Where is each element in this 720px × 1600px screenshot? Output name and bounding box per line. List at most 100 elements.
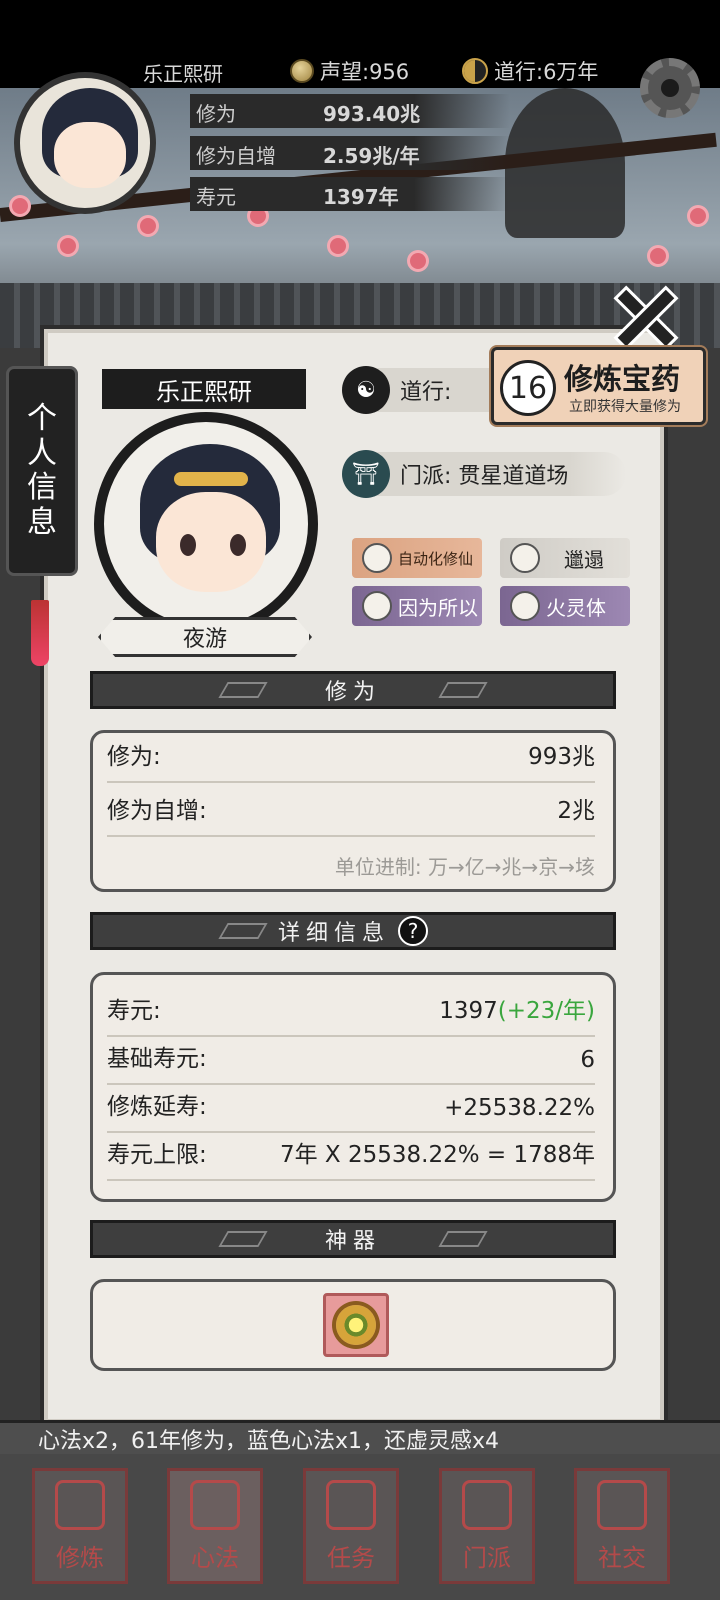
promo-cultivation-elixir[interactable]: 16 修炼宝药 立即获得大量修为 xyxy=(491,347,706,425)
pouch-icon xyxy=(510,543,540,573)
stat-label: 基础寿元: xyxy=(107,1046,207,1072)
trait-tag[interactable]: 邋遢 xyxy=(500,538,630,578)
section-header-artifact: 神器 xyxy=(90,1220,616,1258)
fame-label: 声望:956 xyxy=(320,60,410,84)
promo-title: 修炼宝药 xyxy=(564,362,681,396)
tab-char: 人 xyxy=(27,435,57,471)
bottom-nav: 修炼 心法 任务 门派 社交 xyxy=(0,1454,720,1600)
trait-label: 自动化修仙 xyxy=(398,549,474,568)
nav-label: 门派 xyxy=(463,1544,511,1572)
section-header-details: 详细信息 ? xyxy=(90,912,616,950)
diamond-ornament xyxy=(218,1231,268,1247)
trait-tag[interactable]: 自动化修仙 xyxy=(352,538,482,578)
social-icon xyxy=(597,1480,647,1530)
blossom-icon xyxy=(690,208,706,224)
cultivate-icon xyxy=(55,1480,105,1530)
tab-personal-info[interactable]: 个 人 信 息 xyxy=(6,366,78,576)
details-card: 寿元: 1397(+23/年) 基础寿元: 6 修炼延寿: +25538.22%… xyxy=(90,972,616,1202)
section-title: 神器 xyxy=(324,1229,381,1254)
header-stat-lifespan: 寿元 1397年 xyxy=(190,177,510,211)
scroll-icon xyxy=(190,1480,240,1530)
nav-quest[interactable]: 任务 xyxy=(303,1468,399,1584)
stat-label: 修为: xyxy=(107,744,161,770)
stat-value: 6 xyxy=(580,1047,595,1073)
stat-label: 修为自增: xyxy=(107,798,207,824)
portrait-face xyxy=(156,492,266,592)
nav-label: 任务 xyxy=(327,1544,375,1572)
blossom-icon xyxy=(12,198,28,214)
lifespan-value: 1397 xyxy=(439,998,498,1024)
stat-label: 修为自增 xyxy=(196,144,276,168)
stat-value: 1397(+23/年) xyxy=(439,991,595,1025)
nav-label: 修炼 xyxy=(56,1544,104,1572)
sun-artifact-icon xyxy=(336,1305,376,1345)
nav-technique[interactable]: 心法 xyxy=(167,1468,263,1584)
blossom-icon xyxy=(650,248,666,264)
nav-cultivate[interactable]: 修炼 xyxy=(32,1468,128,1584)
promo-subtitle: 立即获得大量修为 xyxy=(569,399,681,415)
stat-label: 修炼延寿: xyxy=(107,1094,207,1120)
stat-value: +25538.22% xyxy=(444,1095,595,1121)
stat-row: 寿元上限: 7年 X 25538.22% = 1788年 xyxy=(107,1135,595,1181)
portrait-eye xyxy=(230,534,246,556)
blossom-icon xyxy=(60,238,76,254)
dao-label: 道行:6万年 xyxy=(494,60,599,84)
unit-hint: 单位进制: 万→亿→兆→京→垓 xyxy=(334,855,595,879)
stat-label: 寿元 xyxy=(196,185,236,209)
section-title: 详细信息 xyxy=(277,921,390,946)
sect-icon xyxy=(462,1480,512,1530)
player-name: 乐正熙研 xyxy=(143,62,223,86)
stat-label: 寿元上限: xyxy=(107,1142,207,1168)
nav-social[interactable]: 社交 xyxy=(574,1468,670,1584)
header-avatar[interactable] xyxy=(14,72,156,214)
reward-ticker: 心法x2，61年修为，蓝色心法x1，还虚灵感x4 xyxy=(0,1420,720,1454)
fame-display: 声望:956 xyxy=(290,56,409,86)
promo-count-badge: 16 xyxy=(500,360,556,416)
trait-label: 因为所以 xyxy=(398,595,478,620)
stat-value: 2.59兆/年 xyxy=(323,144,420,168)
quest-scroll-icon xyxy=(326,1480,376,1530)
stat-label: 寿元: xyxy=(107,998,161,1024)
pouch-icon xyxy=(362,543,392,573)
pouch-icon xyxy=(510,591,540,621)
tab-char: 信 xyxy=(27,470,57,505)
stat-label: 修为 xyxy=(196,102,236,126)
stat-row: 寿元: 1397(+23/年) xyxy=(107,991,595,1037)
character-title: 夜游 xyxy=(98,617,312,657)
coin-icon xyxy=(290,59,314,83)
blossom-icon xyxy=(140,218,156,234)
help-icon[interactable]: ? xyxy=(398,916,428,946)
character-name: 乐正熙研 xyxy=(102,369,306,409)
character-portrait xyxy=(94,412,318,636)
yin-yang-icon xyxy=(462,58,488,84)
nav-label: 社交 xyxy=(598,1544,646,1572)
stat-value: 993兆 xyxy=(528,744,595,770)
pouch-icon xyxy=(362,591,392,621)
tassel-ornament xyxy=(31,600,49,666)
stat-value: 7年 X 25538.22% = 1788年 xyxy=(279,1142,595,1168)
stat-value: 1397年 xyxy=(323,185,399,209)
yin-yang-icon: ☯ xyxy=(342,366,390,414)
nav-sect[interactable]: 门派 xyxy=(439,1468,535,1584)
tab-char: 息 xyxy=(27,504,57,540)
close-button[interactable] xyxy=(606,278,686,358)
trait-label: 邋遢 xyxy=(564,547,604,572)
header-stat-growth: 修为自增 2.59兆/年 xyxy=(190,136,510,170)
diamond-ornament xyxy=(438,1231,488,1247)
diamond-ornament xyxy=(218,682,268,698)
dao-pill-label: 道行: xyxy=(400,380,452,405)
settings-gear-icon[interactable] xyxy=(640,58,700,118)
diamond-ornament xyxy=(218,923,268,939)
stat-row: 基础寿元: 6 xyxy=(107,1039,595,1085)
top-status-bar: 乐正熙研 声望:956 道行:6万年 xyxy=(0,0,720,88)
portrait-eye xyxy=(180,534,196,556)
artifact-slot[interactable] xyxy=(323,1293,389,1357)
trait-tag[interactable]: 因为所以 xyxy=(352,586,482,626)
blossom-icon xyxy=(330,238,346,254)
trait-tag[interactable]: 火灵体 xyxy=(500,586,630,626)
header-stat-cultivation: 修为 993.40兆 xyxy=(190,94,510,128)
stat-row: 修为自增: 2兆 xyxy=(107,791,595,837)
tab-char: 个 xyxy=(27,401,57,436)
sect-pill[interactable]: ⛩ 门派: 贯星道道场 xyxy=(342,450,626,498)
hair-ornament xyxy=(174,472,248,486)
